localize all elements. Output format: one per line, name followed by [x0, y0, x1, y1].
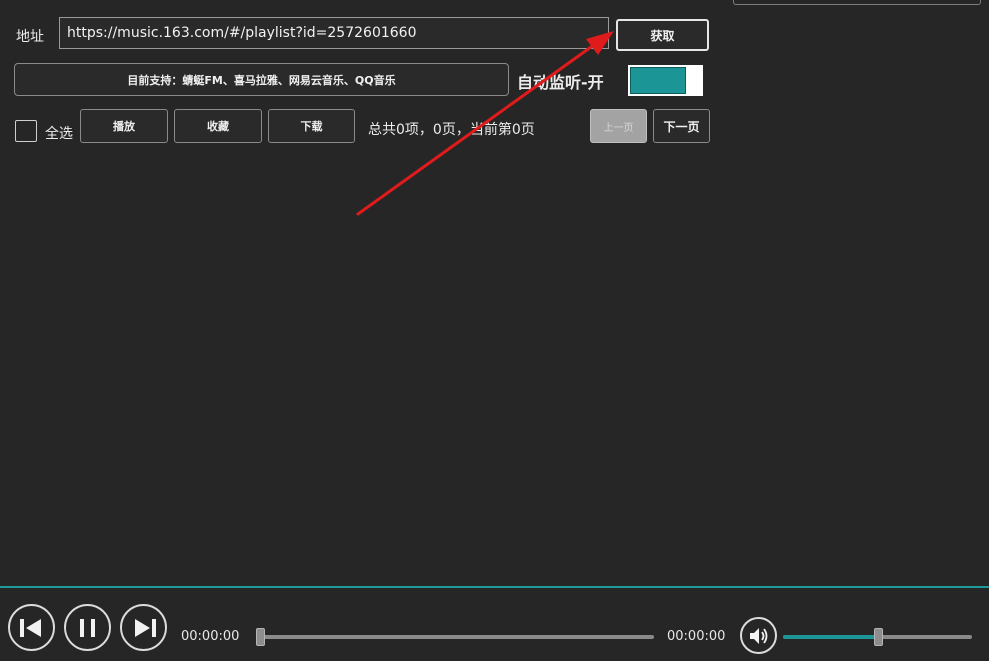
- volume-thumb[interactable]: [874, 628, 883, 646]
- toggle-fill: [630, 67, 686, 94]
- total-time: 00:00:00: [667, 629, 726, 644]
- select-all-label: 全选: [45, 126, 73, 142]
- select-all-checkbox[interactable]: [15, 120, 37, 142]
- fetch-button[interactable]: 获取: [616, 19, 709, 51]
- volume-fill: [783, 635, 878, 639]
- pause-icon: [79, 618, 95, 637]
- download-button[interactable]: 下载: [268, 109, 355, 143]
- top-right-panel-edge: [733, 0, 981, 5]
- progress-track[interactable]: [259, 635, 654, 639]
- progress-thumb[interactable]: [256, 628, 265, 646]
- song-list-area: [0, 150, 989, 580]
- pause-button[interactable]: [64, 604, 111, 651]
- auto-listen-toggle[interactable]: [628, 65, 703, 96]
- play-button[interactable]: 播放: [80, 109, 168, 143]
- page-info: 总共0项，0页，当前第0页: [368, 122, 535, 138]
- url-input[interactable]: https://music.163.com/#/playlist?id=2572…: [59, 17, 609, 49]
- favorite-button[interactable]: 收藏: [174, 109, 262, 143]
- next-page-button[interactable]: 下一页: [653, 109, 710, 143]
- next-track-button[interactable]: [120, 604, 167, 651]
- supported-sources-button[interactable]: 目前支持：蜻蜓FM、喜马拉雅、网易云音乐、QQ音乐: [14, 63, 509, 96]
- volume-button[interactable]: [740, 617, 777, 654]
- skip-forward-icon: [134, 618, 156, 637]
- current-time: 00:00:00: [181, 629, 240, 644]
- prev-page-button[interactable]: 上一页: [590, 109, 647, 143]
- speaker-icon: [749, 627, 767, 644]
- skip-back-icon: [19, 618, 41, 637]
- previous-track-button[interactable]: [8, 604, 55, 651]
- auto-listen-label: 自动监听-开: [517, 73, 604, 92]
- address-label: 地址: [16, 29, 44, 45]
